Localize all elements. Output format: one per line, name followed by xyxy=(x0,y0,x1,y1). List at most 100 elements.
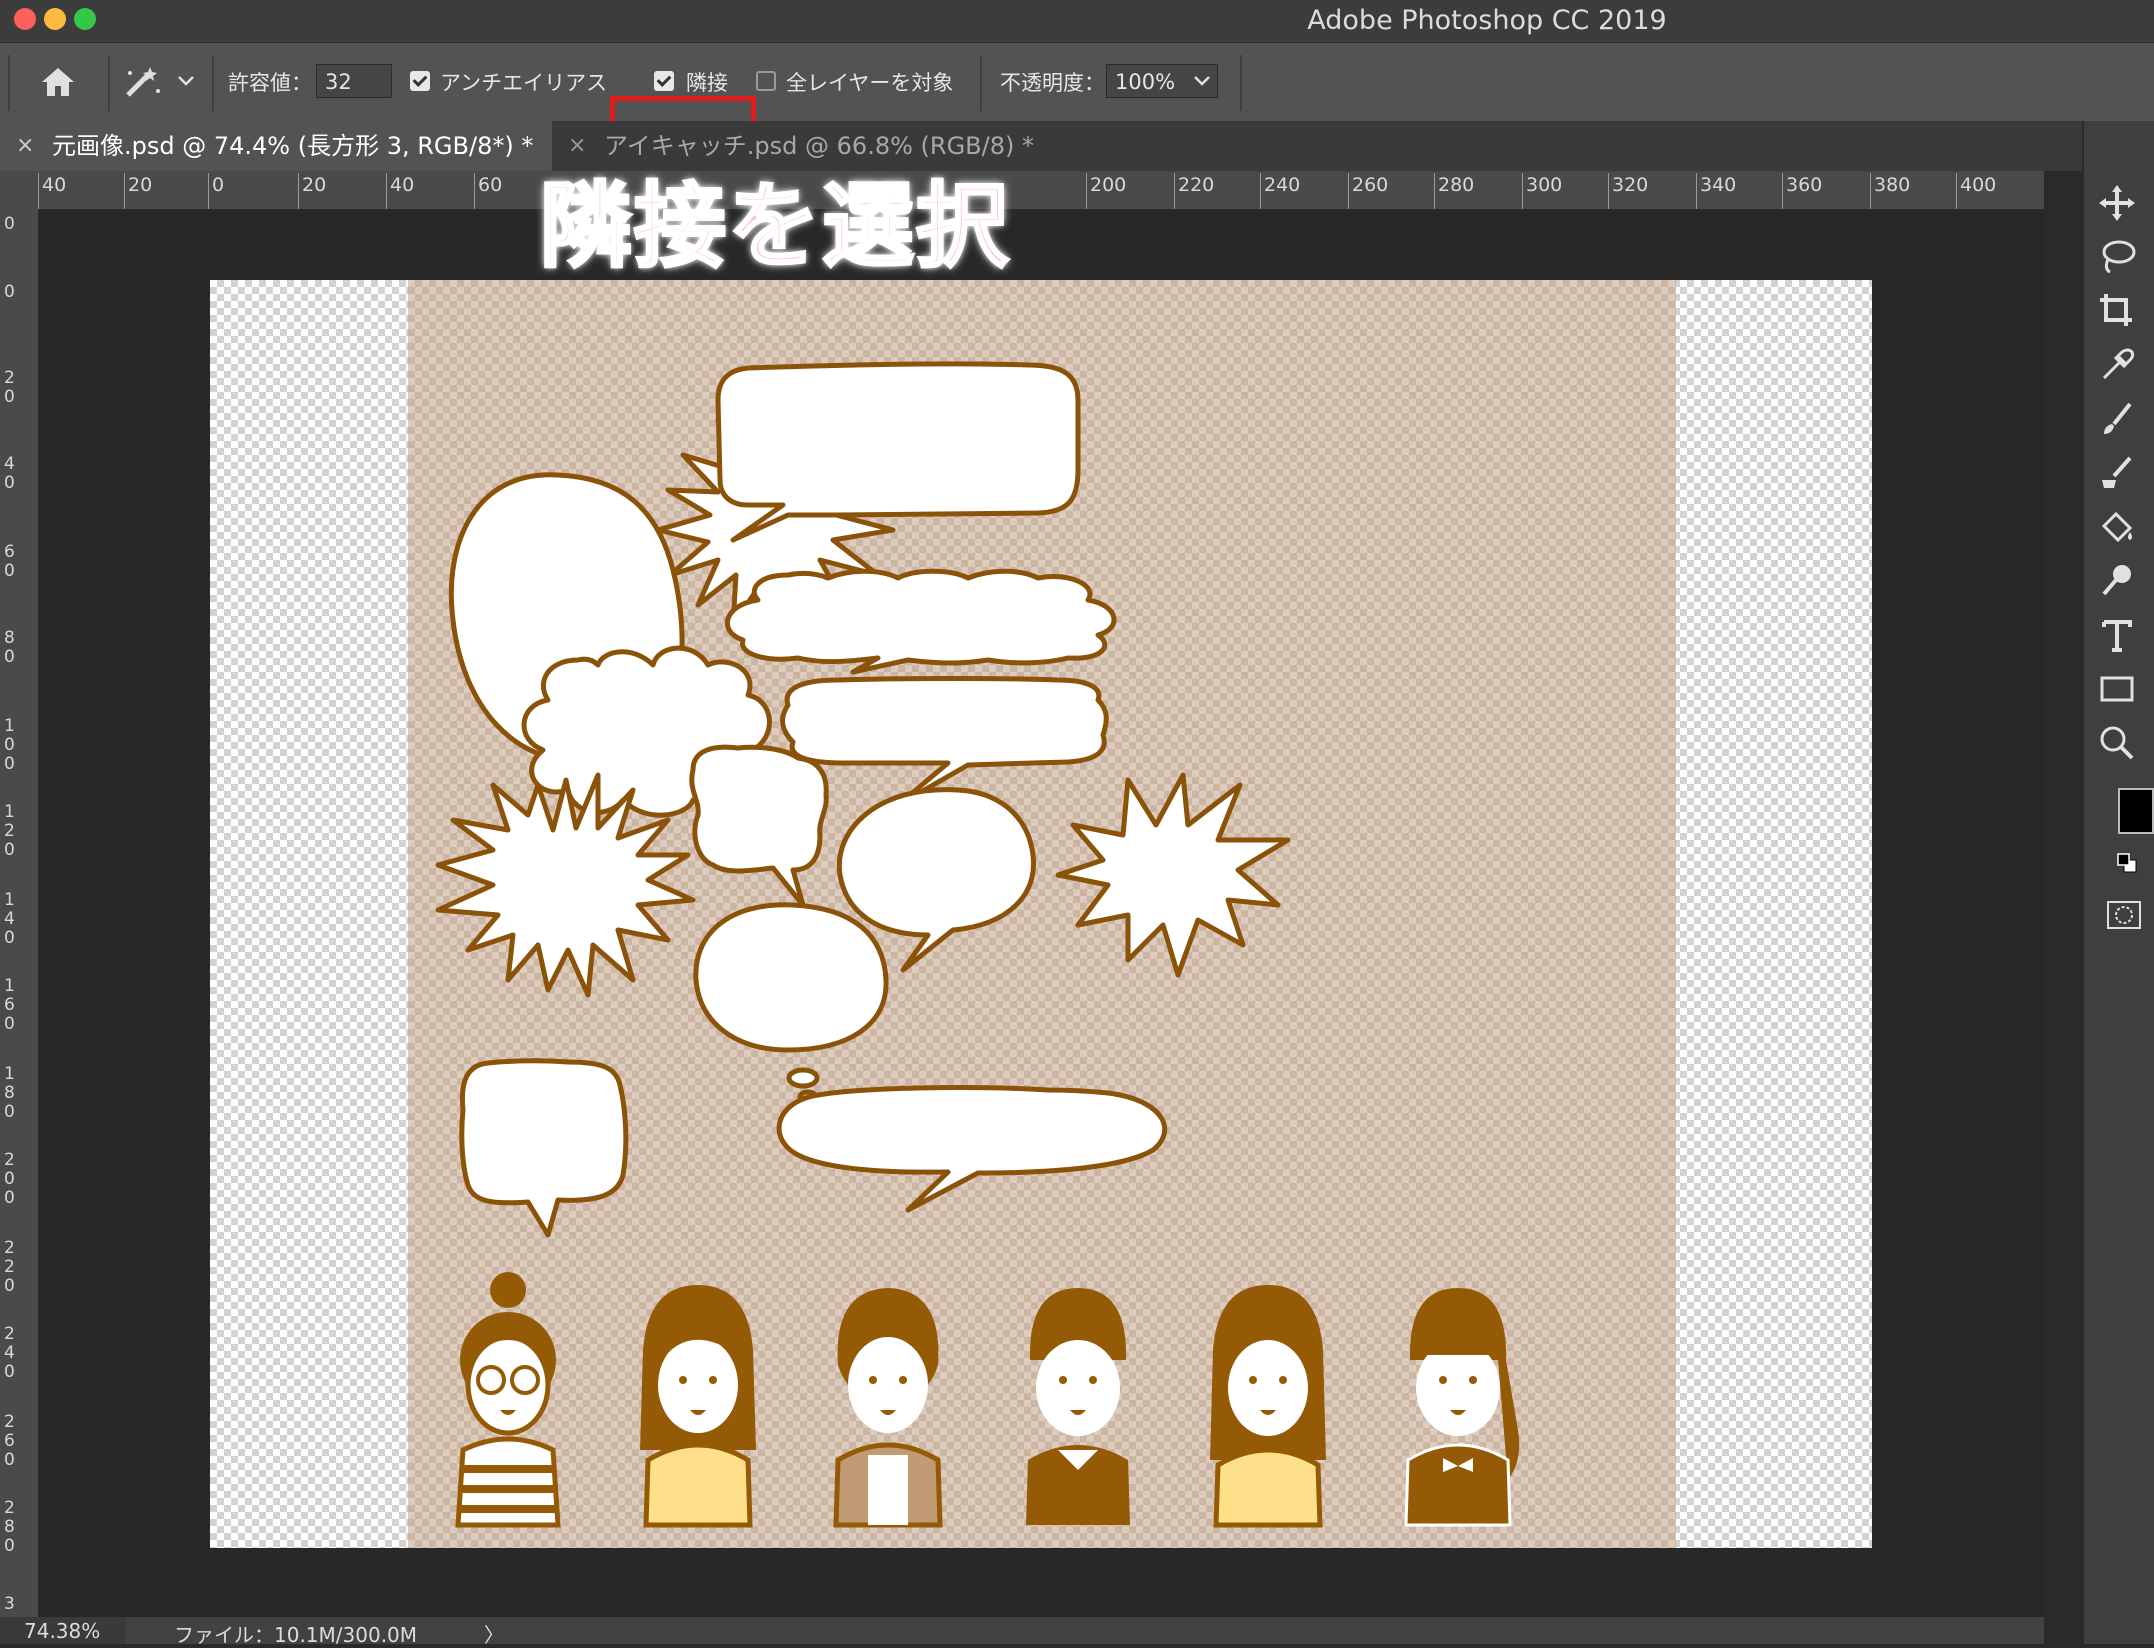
separator xyxy=(1240,55,1242,111)
separator xyxy=(108,55,110,111)
ruler-tick xyxy=(1174,173,1175,209)
ruler-tick xyxy=(386,173,387,209)
move-icon[interactable] xyxy=(2094,180,2140,226)
type-icon[interactable] xyxy=(2094,612,2140,658)
title-bar: Adobe Photoshop CC 2019 xyxy=(0,0,2154,42)
tab-active[interactable]: × 元画像.psd @ 74.4% (長方形 3, RGB/8*) * xyxy=(0,121,552,171)
document-tab-bar: × 元画像.psd @ 74.4% (長方形 3, RGB/8*) * × アイ… xyxy=(0,121,2082,171)
ruler-label: 220 xyxy=(1178,174,1215,196)
contiguous-checkbox[interactable] xyxy=(654,71,674,91)
all-layers-checkbox[interactable] xyxy=(756,71,776,91)
separator xyxy=(980,55,982,111)
ruler-tick xyxy=(298,173,299,209)
crop-icon[interactable] xyxy=(2094,288,2140,334)
ruler-tick xyxy=(1608,173,1609,209)
ruler-label: 20 xyxy=(4,368,15,407)
character-1 xyxy=(455,1272,561,1528)
ruler-label: 320 xyxy=(1612,174,1649,196)
tolerance-label: 許容値： xyxy=(228,71,312,95)
options-bar: 許容値： 32 アンチエイリアス 隣接 全レイヤーを対象 不透明度： 100% xyxy=(0,42,2154,148)
ruler-label: 200 xyxy=(4,1150,15,1208)
wavy-cloud-bubble xyxy=(724,568,1117,675)
ruler-label: 0 xyxy=(212,174,225,196)
wide-oval-bubble xyxy=(776,1085,1168,1213)
ruler-label: 280 xyxy=(4,1498,15,1556)
ruler-label: 140 xyxy=(4,890,15,948)
tolerance-input[interactable]: 32 xyxy=(316,64,392,98)
chevron-down-icon[interactable] xyxy=(176,73,196,87)
speech-bubble xyxy=(689,744,829,908)
long-flat-bubble xyxy=(780,676,1109,808)
ruler-label: 400 xyxy=(1960,174,1997,196)
status-bar: 74.38% ファイル：10.1M/300.0M 〉 xyxy=(0,1617,2044,1647)
ruler-label: 180 xyxy=(4,1064,15,1122)
ruler-tick xyxy=(124,173,125,209)
ruler-tick xyxy=(474,173,475,209)
ruler-tick xyxy=(1782,173,1783,209)
ruler-label: 340 xyxy=(1700,174,1737,196)
brush-icon[interactable] xyxy=(2094,396,2140,442)
annotation-text: 隣接を選択 xyxy=(538,172,1011,282)
ruler-label: 200 xyxy=(1090,174,1127,196)
quick-mask-icon[interactable] xyxy=(2106,900,2142,930)
starburst-bubble xyxy=(1055,772,1291,978)
eyedropper-icon[interactable] xyxy=(2094,342,2140,388)
ruler-label: 20 xyxy=(302,174,327,196)
ruler-tick xyxy=(1086,173,1087,209)
ruler-label: 40 xyxy=(4,454,15,493)
ruler-label: 0 xyxy=(4,282,15,302)
tab-label: 元画像.psd @ 74.4% (長方形 3, RGB/8*) * xyxy=(52,132,534,160)
ruler-label: 3 xyxy=(4,1594,15,1614)
ruler-label: 60 xyxy=(478,174,503,196)
ruler-label: 0 xyxy=(4,214,15,234)
character-2 xyxy=(640,1285,756,1528)
character-3 xyxy=(833,1288,943,1528)
ruler-label: 360 xyxy=(1786,174,1823,196)
lasso-icon[interactable] xyxy=(2094,234,2140,280)
home-icon[interactable] xyxy=(38,65,78,99)
paint-bucket-icon[interactable] xyxy=(2094,504,2140,550)
tab-close-icon[interactable]: × xyxy=(16,121,34,171)
ruler-label: 240 xyxy=(4,1324,15,1382)
opacity-chevron-icon[interactable] xyxy=(1192,73,1212,87)
horizontal-ruler: 40 20 0 20 40 60 200 220 240 260 280 300… xyxy=(0,171,2044,210)
opacity-label: 不透明度： xyxy=(1000,71,1105,95)
antialias-checkbox[interactable] xyxy=(410,71,430,91)
separator xyxy=(212,55,214,111)
antialias-label: アンチエイリアス xyxy=(440,71,608,95)
speech-bubble-artwork[interactable] xyxy=(408,280,1676,1548)
ruler-label: 20 xyxy=(128,174,153,196)
ruler-label: 120 xyxy=(4,802,15,860)
ruler-label: 220 xyxy=(4,1238,15,1296)
ruler-label: 380 xyxy=(1874,174,1911,196)
character-row xyxy=(455,1272,1520,1528)
ruler-tick xyxy=(208,173,209,209)
ruler-label: 60 xyxy=(4,542,15,581)
ruler-tick xyxy=(1348,173,1349,209)
default-colors-icon[interactable] xyxy=(2116,852,2138,874)
ruler-label: 160 xyxy=(4,976,15,1034)
clone-stamp-icon[interactable] xyxy=(2094,450,2140,496)
separator xyxy=(8,55,10,111)
ruler-label: 40 xyxy=(390,174,415,196)
ruler-tick xyxy=(1260,173,1261,209)
zoom-icon[interactable] xyxy=(2094,720,2140,766)
ruler-tick xyxy=(38,173,39,209)
ruler-label: 260 xyxy=(1352,174,1389,196)
app-title: Adobe Photoshop CC 2019 xyxy=(1307,5,1667,36)
ruler-tick xyxy=(1956,173,1957,209)
foreground-color-swatch[interactable] xyxy=(2118,788,2154,834)
ruler-label: 300 xyxy=(1526,174,1563,196)
rectangle-icon[interactable] xyxy=(2094,666,2140,712)
magic-wand-icon[interactable] xyxy=(120,63,164,101)
character-6 xyxy=(1404,1288,1520,1527)
ruler-label: 100 xyxy=(4,716,15,774)
character-4 xyxy=(1026,1288,1130,1525)
zoom-level[interactable]: 74.38% xyxy=(24,1619,100,1643)
ruler-label: 80 xyxy=(4,628,15,667)
contiguous-label: 隣接 xyxy=(686,71,728,95)
rounded-square-bubble xyxy=(459,1058,629,1238)
dodge-icon[interactable] xyxy=(2094,558,2140,604)
thought-dot xyxy=(786,1067,820,1089)
ruler-tick xyxy=(1522,173,1523,209)
